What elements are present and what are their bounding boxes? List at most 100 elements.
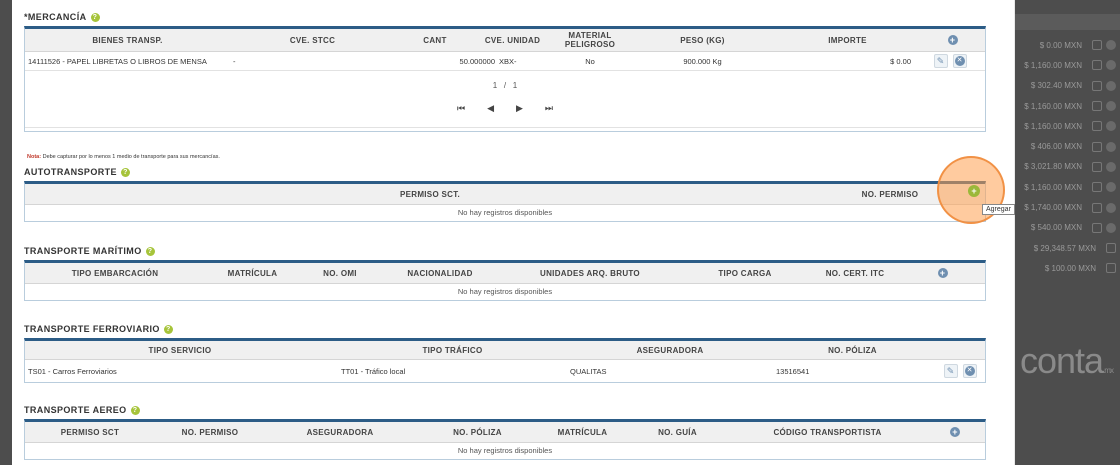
carta-porte-modal: *MERCANCÍA ? BIENES TRANSP. CVE. STCC CA… [12,0,1015,465]
col-tipo-trafico[interactable]: TIPO TRÁFICO [335,346,570,355]
section-title: *MERCANCÍA ? [24,10,986,24]
section-title: TRANSPORTE AEREO ? [24,403,986,417]
cell-importe: $ 0.00 [890,56,911,66]
cell-aseguradora: QUALITAS [570,366,607,376]
col-nacionalidad[interactable]: NACIONALIDAD [380,269,500,278]
edit-row-button[interactable]: ✎ [943,364,958,378]
ferroviario-grid: TIPO SERVICIO TIPO TRÁFICO ASEGURADORA N… [24,338,986,383]
background-row: $ 1,160.00 MXN [1013,177,1120,197]
col-codigo-transportista[interactable]: CÓDIGO TRANSPORTISTA [730,428,925,437]
background-amount: $ 540.00 MXN [1030,223,1082,233]
help-icon[interactable]: ? [90,12,100,22]
col-no-omi[interactable]: NO. OMI [300,269,380,278]
maritimo-title: TRANSPORTE MARÍTIMO [24,246,142,256]
background-amount: $ 302.40 MXN [1030,81,1082,91]
col-matricula[interactable]: MATRÍCULA [205,269,300,278]
col-unidad[interactable]: CVE. UNIDAD [475,36,550,45]
background-amount: $ 1,160.00 MXN [1024,121,1082,131]
col-bienes[interactable]: BIENES TRANSP. [25,36,230,45]
col-stcc[interactable]: CVE. STCC [230,36,395,45]
maritimo-grid: TIPO EMBARCACIÓN MATRÍCULA NO. OMI NACIO… [24,260,986,301]
edit-icon [1092,161,1102,172]
cell-bienes: 14111526 - PAPEL LIBRETAS O LIBROS DE ME… [28,56,207,66]
table-row: TS01 - Carros Ferroviarios TT01 - Tráfic… [25,360,985,382]
section-title: AUTOTRANSPORTE ? [24,165,986,179]
aereo-section: TRANSPORTE AEREO ? PERMISO SCT NO. PERMI… [24,403,986,460]
col-unidades-arq[interactable]: UNIDADES ARQ. BRUTO [500,269,680,278]
prev-page-icon[interactable]: ◀ [487,103,494,114]
last-page-icon[interactable]: ⏭ [545,103,553,114]
first-page-icon[interactable]: ⏮ [457,103,465,114]
print-icon [1106,263,1116,274]
col-no-poliza[interactable]: NO. PÓLIZA [770,346,935,355]
col-cant[interactable]: CANT [395,36,475,45]
edit-row-button[interactable]: ✎ [933,54,948,68]
col-tipo-servicio[interactable]: TIPO SERVICIO [25,346,335,355]
print-icon [1092,182,1102,193]
row-actions: ✎ ✕ [915,54,985,68]
background-amount: $ 1,160.00 MXN [1024,60,1082,70]
edit-icon [1092,141,1102,152]
remove-icon [1106,121,1116,132]
col-peligroso[interactable]: MATERIAL PELIGROSO [550,31,630,49]
edit-icon: ✎ [946,366,955,376]
grid-header: PERMISO SCT. NO. PERMISO [25,184,985,205]
cell-unidad: XBX- [499,56,517,66]
cell-cant: 50.000000 [459,56,495,66]
help-icon[interactable]: ? [120,167,130,177]
remove-icon [1106,161,1116,172]
col-permiso-sct[interactable]: PERMISO SCT. [25,190,835,199]
background-row: $ 1,160.00 MXN [1013,96,1120,116]
ferroviario-title: TRANSPORTE FERROVIARIO [24,324,160,334]
help-icon[interactable]: ? [145,246,155,256]
remove-icon [1106,141,1116,152]
col-peso[interactable]: PESO (KG) [630,36,775,45]
total-pages: 1 [512,81,518,90]
col-tipo-carga[interactable]: TIPO CARGA [680,269,810,278]
add-aereo-button[interactable]: + [950,427,960,437]
empty-message: No hay registros disponibles [457,208,553,217]
autotransporte-section: AUTOTRANSPORTE ? PERMISO SCT. NO. PERMIS… [24,165,986,222]
col-permiso-sct[interactable]: PERMISO SCT [25,428,155,437]
col-no-permiso[interactable]: NO. PERMISO [155,428,265,437]
edit-icon [1092,80,1102,91]
col-aseguradora[interactable]: ASEGURADORA [265,428,415,437]
next-page-icon[interactable]: ▶ [516,103,523,114]
add-mercancia-button[interactable]: + [947,35,958,45]
background-amount: $ 1,740.00 MXN [1024,203,1082,213]
background-amount-list: $ 0.00 MXN $ 1,160.00 MXN $ 302.40 MXN $… [1013,35,1120,279]
cell-stcc: - [233,56,236,66]
grid-header: BIENES TRANSP. CVE. STCC CANT CVE. UNIDA… [25,29,985,52]
help-icon[interactable]: ? [163,324,173,334]
help-icon[interactable]: ? [130,405,140,415]
empty-message: No hay registros disponibles [457,446,553,455]
add-autotransporte-button[interactable]: + [968,185,980,197]
background-amount: $ 1,160.00 MXN [1024,101,1082,111]
cell-tipo-trafico: TT01 - Tráfico local [341,366,406,376]
col-no-permiso[interactable]: NO. PERMISO [835,190,945,199]
background-row: $ 29,348.57 MXN [1013,238,1120,258]
col-no-guia[interactable]: NO. GUÍA [625,428,730,437]
col-importe[interactable]: IMPORTE [775,36,920,45]
scrollbar-track[interactable] [1014,0,1015,465]
col-tipo-embarcacion[interactable]: TIPO EMBARCACIÓN [25,269,205,278]
brand-logo: conta.mx [1020,340,1114,382]
page-separator: / [503,81,507,90]
background-row: $ 100.00 MXN [1013,258,1120,278]
add-tooltip: Agregar [982,204,1015,215]
add-maritimo-cell: + [900,268,985,278]
remove-icon [1106,182,1116,193]
background-row: $ 406.00 MXN [1013,136,1120,156]
add-aereo-cell: + [925,427,985,437]
col-aseguradora[interactable]: ASEGURADORA [570,346,770,355]
remove-icon [1106,202,1116,213]
empty-message: No hay registros disponibles [457,287,553,296]
page-indicator: 1 / 1 [25,81,985,90]
col-no-cert-itc[interactable]: NO. CERT. ITC [810,269,900,278]
col-matricula[interactable]: MATRÍCULA [540,428,625,437]
print-icon [1106,243,1116,254]
add-maritimo-button[interactable]: + [937,268,948,278]
delete-row-button[interactable]: ✕ [962,364,977,378]
delete-row-button[interactable]: ✕ [952,54,967,68]
col-no-poliza[interactable]: NO. PÓLIZA [415,428,540,437]
